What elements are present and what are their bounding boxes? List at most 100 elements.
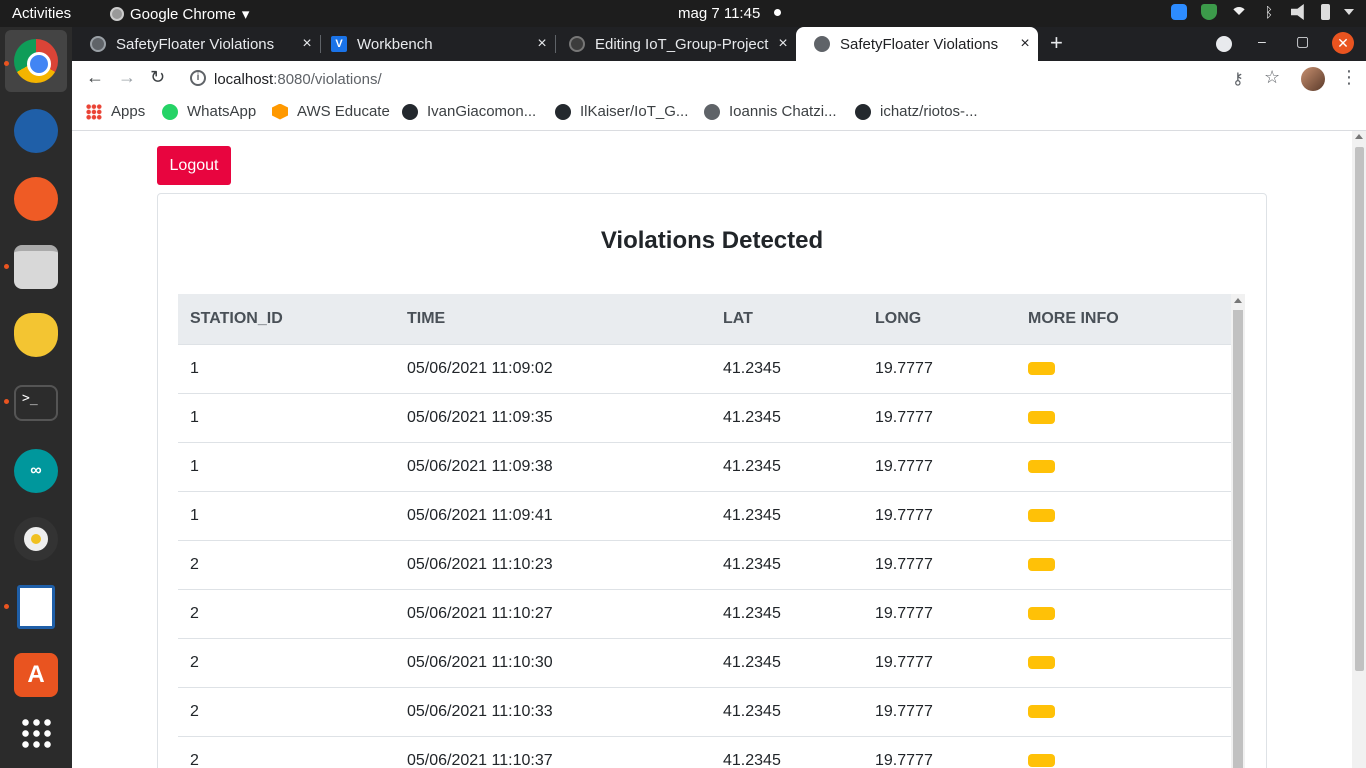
more-info-button[interactable] [1028,606,1055,620]
bookmark-star-icon[interactable]: ☆ [1264,67,1280,88]
cell-lat: 41.2345 [711,736,863,768]
bookmark-ivangiacomon[interactable]: IvanGiacomon... [402,103,536,120]
close-icon[interactable]: × [770,35,796,53]
more-info-button[interactable] [1028,753,1055,767]
more-info-button[interactable] [1028,655,1055,669]
table-scrollbar[interactable] [1231,294,1245,768]
cell-station-id: 1 [178,393,395,443]
activities-button[interactable]: Activities [12,5,71,22]
close-window-button[interactable]: ✕ [1332,32,1354,54]
cell-station-id: 2 [178,540,395,590]
dock-chrome[interactable] [5,30,67,92]
tab-search-icon[interactable] [1216,36,1232,52]
scroll-up-arrow[interactable] [1355,134,1363,139]
cell-long: 19.7777 [863,540,1016,590]
tab-safetyfloater-active[interactable]: SafetyFloater Violations × [796,27,1038,61]
show-apps-button[interactable] [10,707,62,759]
system-top-bar: Activities Google Chrome ▾ mag 7 11:45 ᛒ [0,0,1366,27]
back-button[interactable]: ← [86,67,104,88]
more-info-button[interactable] [1028,704,1055,718]
new-tab-button[interactable]: + [1050,30,1063,56]
clock[interactable]: mag 7 11:45 [678,5,760,22]
forward-button[interactable]: → [118,67,136,88]
bookmark-label: IlKaiser/IoT_G... [580,103,689,120]
maximize-button[interactable]: ▢ [1296,33,1309,50]
profile-avatar[interactable] [1301,67,1325,91]
url-path: :8080/violations/ [273,71,382,88]
show-apps-icon [20,717,52,749]
page-scrollbar[interactable] [1352,131,1366,768]
arduino-icon: ∞ [14,449,58,493]
chrome-small-icon [110,7,124,21]
cell-more-info [1016,540,1231,590]
shield-icon[interactable] [1201,4,1217,20]
bookmark-label: IvanGiacomon... [427,103,537,120]
system-tray[interactable]: ᛒ [1171,4,1354,20]
address-bar[interactable]: i localhost:8080/violations/ [182,65,1342,93]
bluetooth-icon: ᛒ [1264,4,1274,20]
key-icon[interactable]: ⚷ [1232,69,1244,89]
running-indicator [4,264,9,269]
table-row: 1 05/06/2021 11:09:35 41.2345 19.7777 [178,393,1231,443]
minimize-button[interactable]: – [1258,33,1266,49]
writer-icon [17,585,55,629]
tab-workbench[interactable]: V Workbench × [313,27,555,61]
violations-table-container: STATION_ID TIME LAT LONG MORE INFO 1 05/0… [178,294,1245,768]
dock-postman[interactable] [10,173,62,225]
cell-more-info [1016,442,1231,492]
more-info-button[interactable] [1028,508,1055,522]
dock-files[interactable] [10,241,62,293]
dock: >_ ∞ A [0,27,72,768]
cell-station-id: 1 [178,491,395,541]
running-indicator [4,399,9,404]
cell-station-id: 1 [178,344,395,394]
scroll-up-arrow[interactable] [1234,298,1242,303]
bookmark-ioannis[interactable]: Ioannis Chatzi... [704,103,837,120]
bookmark-aws[interactable]: AWS Educate [272,103,390,120]
zoom-icon[interactable] [1171,4,1187,20]
table-row: 1 05/06/2021 11:09:38 41.2345 19.7777 [178,442,1231,492]
tab-editing-iot[interactable]: Editing IoT_Group-Project × [551,27,796,61]
cell-time: 05/06/2021 11:10:23 [395,540,711,590]
cell-lat: 41.2345 [711,540,863,590]
logout-button[interactable]: Logout [157,146,231,185]
dock-teapot[interactable] [10,309,62,361]
bookmark-apps[interactable]: Apps [86,103,145,120]
cell-time: 05/06/2021 11:10:33 [395,687,711,737]
dock-writer[interactable] [10,581,62,633]
table-row: 2 05/06/2021 11:10:27 41.2345 19.7777 [178,589,1231,639]
close-icon[interactable]: × [1012,35,1038,53]
cell-long: 19.7777 [863,393,1016,443]
dock-arduino[interactable]: ∞ [10,445,62,497]
globe-icon [704,103,720,120]
dock-terminal[interactable]: >_ [10,377,62,429]
chevron-down-icon[interactable] [1344,9,1354,15]
menu-icon[interactable]: ⋮ [1340,67,1358,88]
cell-station-id: 2 [178,736,395,768]
more-info-button[interactable] [1028,361,1055,375]
dock-software[interactable]: A [10,649,62,701]
violations-card: Violations Detected STATION_ID TIME LAT … [157,193,1267,768]
url-text[interactable]: localhost:8080/violations/ [214,71,382,88]
more-info-button[interactable] [1028,459,1055,473]
bookmark-ilkaiser[interactable]: IlKaiser/IoT_G... [555,103,688,120]
more-info-button[interactable] [1028,410,1055,424]
dock-rhythmbox[interactable] [10,513,62,565]
cell-more-info [1016,344,1231,394]
cell-lat: 41.2345 [711,442,863,492]
info-icon[interactable]: i [190,70,206,86]
scrollbar-thumb[interactable] [1233,310,1243,768]
table-header-row: STATION_ID TIME LAT LONG MORE INFO [178,294,1231,345]
app-menu[interactable]: Google Chrome ▾ [110,5,249,23]
cell-long: 19.7777 [863,687,1016,737]
reload-button[interactable]: ↻ [150,67,165,88]
cell-long: 19.7777 [863,638,1016,688]
tab-safetyfloater-1[interactable]: SafetyFloater Violations × [72,27,320,61]
apps-icon [86,103,102,120]
scrollbar-thumb[interactable] [1355,147,1364,671]
bookmark-ichatz[interactable]: ichatz/riotos-... [855,103,978,120]
dock-thunderbird[interactable] [10,105,62,157]
cell-more-info [1016,393,1231,443]
more-info-button[interactable] [1028,557,1055,571]
bookmark-whatsapp[interactable]: WhatsApp [162,103,256,120]
